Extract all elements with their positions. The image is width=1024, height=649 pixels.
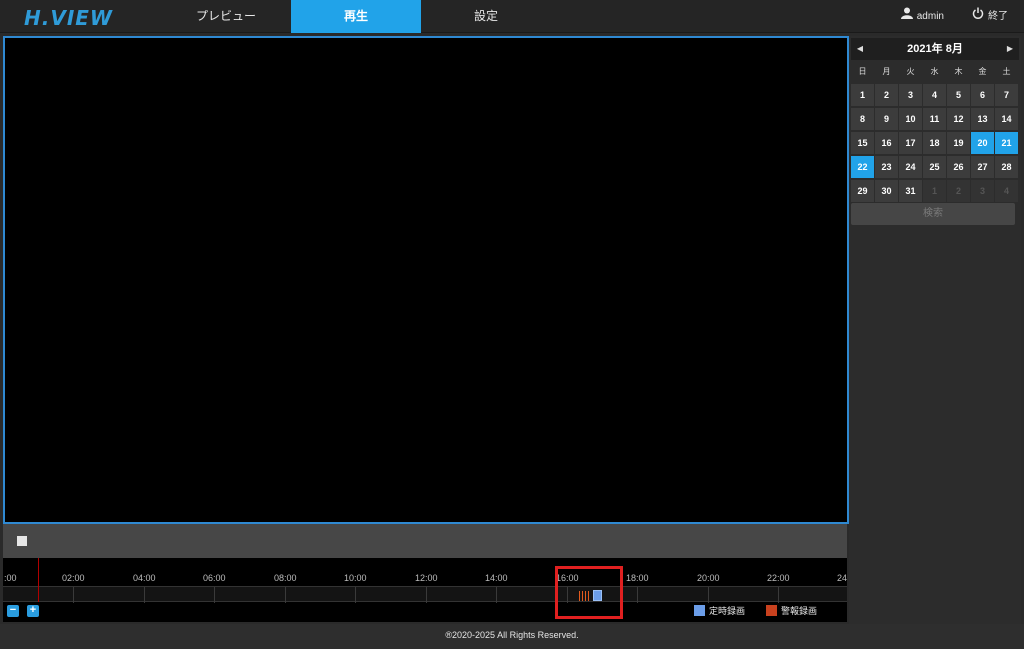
app-window: H.VIEW プレビュー 再生 設定 admin 終了 :00 02:00 04…	[0, 0, 1024, 649]
calendar-day[interactable]: 16	[875, 132, 898, 154]
calendar-day[interactable]: 31	[899, 180, 922, 202]
calendar-day[interactable]: 4	[923, 84, 946, 106]
tick-label: 08:00	[274, 573, 297, 583]
tick-label: 04:00	[133, 573, 156, 583]
weekday-label: 水	[930, 67, 939, 76]
timeline-track[interactable]	[3, 586, 847, 603]
calendar-day[interactable]: 9	[875, 108, 898, 130]
legend-label: 定時録画	[709, 606, 746, 616]
calendar-day[interactable]: 15	[851, 132, 874, 154]
search-button[interactable]: 検索	[851, 203, 1015, 225]
calendar-day[interactable]: 30	[875, 180, 898, 202]
timeline-tick	[496, 587, 497, 603]
calendar-day[interactable]: 21	[995, 132, 1018, 154]
timeline-tick	[708, 587, 709, 603]
calendar-day[interactable]: 25	[923, 156, 946, 178]
calendar-day: 2	[947, 180, 970, 202]
next-month-icon[interactable]: ▶	[1001, 38, 1019, 60]
tick-label: 06:00	[203, 573, 226, 583]
calendar-day[interactable]: 13	[971, 108, 994, 130]
legend-label: 警報録画	[781, 606, 818, 616]
footer: ®2020-2025 All Rights Reserved.	[0, 624, 1024, 649]
tick-label: 20:00	[697, 573, 720, 583]
legend-swatch	[694, 605, 705, 616]
tick-label: 14:00	[485, 573, 508, 583]
calendar-day[interactable]: 5	[947, 84, 970, 106]
timeline-tick	[637, 587, 638, 603]
legend-swatch	[766, 605, 777, 616]
weekday-label: 日	[858, 67, 867, 76]
calendar-day[interactable]: 1	[851, 84, 874, 106]
power-icon	[972, 0, 984, 33]
tick-label: 02:00	[62, 573, 85, 583]
calendar-panel: ◀ 2021年 8月 ▶ 日月火水木金土 1 2 3 4 5 6 7 8 9 10 11 12 13 14 1…	[849, 36, 1021, 624]
timeline-tick	[73, 587, 74, 603]
playback-controls	[3, 524, 847, 558]
tick-label: 10:00	[344, 573, 367, 583]
video-viewport[interactable]	[3, 36, 849, 524]
calendar-day[interactable]: 27	[971, 156, 994, 178]
tab-settings[interactable]: 設定	[428, 0, 544, 33]
tick-label: 22:00	[767, 573, 790, 583]
calendar-day[interactable]: 19	[947, 132, 970, 154]
timeline-tick	[144, 587, 145, 603]
tab-preview[interactable]: プレビュー	[168, 0, 284, 33]
tick-label: 18:00	[626, 573, 649, 583]
timeline-tick	[778, 587, 779, 603]
calendar-day[interactable]: 10	[899, 108, 922, 130]
calendar-day[interactable]: 26	[947, 156, 970, 178]
weekday-label: 月	[882, 67, 891, 76]
timeline-tick	[285, 587, 286, 603]
calendar-day[interactable]: 2	[875, 84, 898, 106]
user-name: admin	[916, 11, 944, 22]
timeline-tick	[214, 587, 215, 603]
calendar-day: 1	[923, 180, 946, 202]
calendar-day: 4	[995, 180, 1018, 202]
weekday-label: 木	[954, 67, 963, 76]
calendar-day[interactable]: 12	[947, 108, 970, 130]
zoom-out-button[interactable]: −	[7, 605, 19, 617]
playhead[interactable]	[38, 558, 39, 602]
tick-label: 24	[837, 573, 847, 583]
legend-scheduled: 定時録画	[694, 604, 745, 617]
tick-label: :00	[4, 573, 17, 583]
calendar-day[interactable]: 17	[899, 132, 922, 154]
weekday-label: 金	[978, 67, 987, 76]
zoom-in-button[interactable]: +	[27, 605, 39, 617]
calendar-day: 3	[971, 180, 994, 202]
calendar-day[interactable]: 7	[995, 84, 1018, 106]
tick-label: 12:00	[415, 573, 438, 583]
legend-alarm: 警報録画	[766, 604, 817, 617]
logo: H.VIEW	[24, 6, 113, 30]
timeline-tick	[426, 587, 427, 603]
calendar-day[interactable]: 20	[971, 132, 994, 154]
user-icon	[900, 0, 913, 33]
calendar-day[interactable]: 18	[923, 132, 946, 154]
calendar-header: ◀ 2021年 8月 ▶	[851, 38, 1019, 60]
calendar-day[interactable]: 3	[899, 84, 922, 106]
prev-month-icon[interactable]: ◀	[851, 38, 869, 60]
stop-button[interactable]	[17, 536, 27, 546]
calendar-day[interactable]: 24	[899, 156, 922, 178]
timeline-tick	[355, 587, 356, 603]
calendar-day[interactable]: 28	[995, 156, 1018, 178]
calendar-day[interactable]: 14	[995, 108, 1018, 130]
annotation-highlight-box	[555, 566, 623, 619]
weekday-label: 土	[1002, 67, 1011, 76]
top-bar: H.VIEW プレビュー 再生 設定 admin 終了	[0, 0, 1024, 33]
calendar-day[interactable]: 29	[851, 180, 874, 202]
logout-button[interactable]: 終了	[972, 0, 1008, 33]
calendar-day[interactable]: 6	[971, 84, 994, 106]
calendar-day[interactable]: 8	[851, 108, 874, 130]
tab-playback[interactable]: 再生	[291, 0, 421, 33]
calendar-day[interactable]: 23	[875, 156, 898, 178]
calendar-title: 2021年 8月	[907, 43, 963, 55]
calendar-day[interactable]: 11	[923, 108, 946, 130]
logout-label: 終了	[988, 11, 1008, 22]
weekday-label: 火	[906, 67, 915, 76]
user-menu[interactable]: admin	[900, 0, 944, 33]
calendar-day[interactable]: 22	[851, 156, 874, 178]
